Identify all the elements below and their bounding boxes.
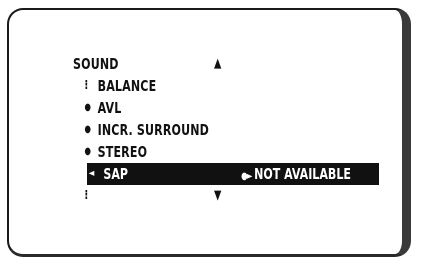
status-text: NOT AVAILABLE (254, 165, 351, 183)
menu-item-balance[interactable]: ⁝ BALANCE (73, 75, 311, 97)
menu-item-sap-selected[interactable]: ◄ SAP ●► NOT AVAILABLE (87, 163, 379, 185)
bullet-icon: ● (84, 102, 92, 113)
menu-item-label: STEREO (97, 143, 148, 161)
sound-menu: SOUND ▲ ⁝ BALANCE ● AVL ● INCR. SURROUND ● S… (73, 53, 379, 207)
menu-item-incr-surround[interactable]: ● INCR. SURROUND (73, 119, 311, 141)
menu-item-stereo[interactable]: ● STEREO (73, 141, 311, 163)
menu-header-row: SOUND ▲ (73, 53, 311, 75)
menu-footer-row: ⁝ ▼ (73, 185, 311, 207)
menu-item-label: AVL (97, 99, 122, 117)
bullet-icon: ● (84, 124, 92, 135)
scroll-up-arrow-icon[interactable]: ▲ (214, 53, 222, 75)
left-arrow-icon: ◄ (88, 168, 95, 179)
scroll-down-arrow-icon[interactable]: ▼ (214, 185, 222, 207)
menu-item-label: BALANCE (97, 77, 157, 95)
bullet-icon: ● (84, 146, 92, 157)
scroll-marker-icon: ⁝ (84, 188, 89, 203)
menu-title: SOUND (73, 55, 119, 73)
menu-item-label: INCR. SURROUND (97, 121, 210, 139)
menu-item-avl[interactable]: ● AVL (73, 97, 311, 119)
scroll-marker-icon: ⁝ (84, 78, 89, 93)
selected-item-label: SAP (103, 165, 129, 183)
select-right-arrow-icon: ●► (241, 171, 252, 182)
